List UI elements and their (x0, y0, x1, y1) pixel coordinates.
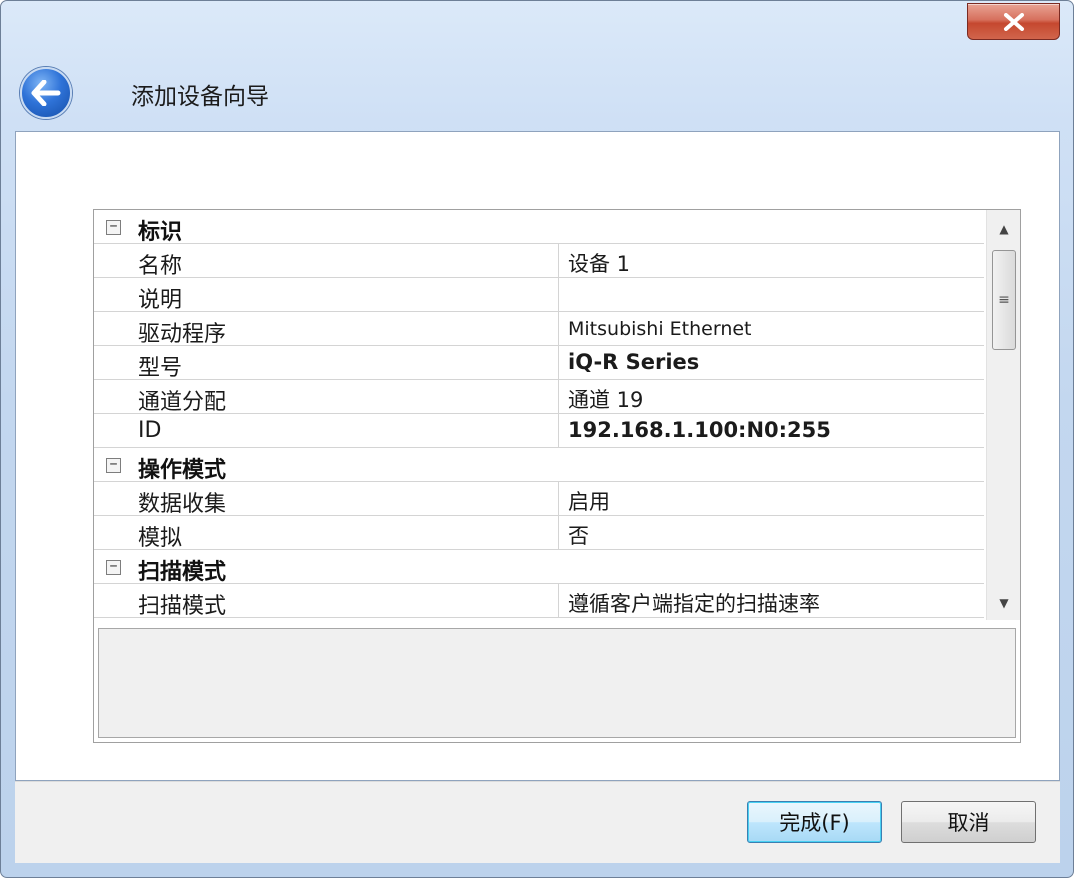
property-row[interactable]: 通道分配 通道 19 (94, 380, 984, 415)
back-button[interactable] (20, 67, 72, 119)
wizard-title: 添加设备向导 (131, 84, 269, 110)
category-label: 操作模式 (138, 458, 227, 483)
property-value[interactable]: 通道 19 (568, 384, 643, 414)
category-row[interactable]: − 标识 (94, 210, 984, 245)
property-name: ID (138, 418, 162, 443)
collapse-toggle-icon[interactable]: − (106, 560, 121, 575)
property-name: 型号 (138, 356, 183, 381)
property-grid-rows: − 标识名称 设备 1 说明驱动程序 Mitsubishi Ethernet 型号 iQ-R… (94, 210, 984, 620)
property-row[interactable]: 说明 (94, 278, 984, 313)
property-row[interactable]: 型号 iQ-R Series (94, 346, 984, 381)
property-row[interactable]: 名称 设备 1 (94, 244, 984, 279)
property-name: 数据收集 (138, 492, 227, 517)
close-button[interactable] (967, 3, 1060, 40)
property-row[interactable]: 扫描模式 遵循客户端指定的扫描速率 (94, 584, 984, 619)
category-label: 扫描模式 (138, 560, 227, 585)
scroll-grip-icon: ≡ (998, 292, 1010, 308)
property-value[interactable]: 设备 1 (568, 248, 630, 278)
property-value[interactable]: 192.168.1.100:N0:255 (568, 418, 831, 442)
back-arrow-icon (31, 80, 61, 106)
column-divider[interactable] (558, 244, 559, 278)
property-name: 模拟 (138, 526, 183, 551)
property-row[interactable]: 模拟 否 (94, 516, 984, 551)
finish-button[interactable]: 完成(F) (747, 801, 882, 843)
column-divider[interactable] (558, 414, 559, 448)
column-divider[interactable] (558, 346, 559, 380)
column-divider[interactable] (558, 278, 559, 312)
description-pane (98, 628, 1016, 738)
property-row[interactable]: 驱动程序 Mitsubishi Ethernet (94, 312, 984, 347)
scroll-down-arrow[interactable]: ▼ (987, 588, 1021, 618)
close-icon (1003, 12, 1024, 31)
wizard-window: 添加设备向导 − 标识名称 设备 1 说明驱动程序 Mitsubishi Etherne… (0, 0, 1074, 878)
property-row[interactable]: 数据收集 启用 (94, 482, 984, 517)
column-divider[interactable] (558, 516, 559, 550)
property-name: 扫描模式 (138, 594, 227, 619)
property-row[interactable]: ID 192.168.1.100:N0:255 (94, 414, 984, 448)
category-row[interactable]: − 操作模式 (94, 448, 984, 483)
property-value[interactable]: 启用 (568, 486, 610, 516)
property-grid: − 标识名称 设备 1 说明驱动程序 Mitsubishi Ethernet 型号 iQ-R… (93, 209, 1021, 743)
scroll-thumb[interactable]: ≡ (992, 250, 1016, 350)
property-value[interactable]: iQ-R Series (568, 350, 699, 374)
collapse-toggle-icon[interactable]: − (106, 458, 121, 473)
scroll-up-arrow[interactable]: ▲ (987, 214, 1021, 244)
column-divider[interactable] (558, 312, 559, 346)
category-row[interactable]: − 扫描模式 (94, 550, 984, 585)
column-divider[interactable] (558, 584, 559, 618)
collapse-toggle-icon[interactable]: − (106, 220, 121, 235)
column-divider[interactable] (558, 482, 559, 516)
vertical-scrollbar[interactable]: ▲ ≡ ▼ (986, 210, 1020, 620)
property-value[interactable]: Mitsubishi Ethernet (568, 318, 752, 340)
property-name: 驱动程序 (138, 322, 227, 347)
category-label: 标识 (138, 220, 183, 245)
cancel-button[interactable]: 取消 (901, 801, 1036, 843)
property-value[interactable]: 遵循客户端指定的扫描速率 (568, 588, 820, 618)
property-name: 通道分配 (138, 390, 227, 415)
property-value[interactable]: 否 (568, 520, 589, 550)
column-divider[interactable] (558, 380, 559, 414)
property-name: 说明 (138, 288, 183, 313)
property-name: 名称 (138, 254, 183, 279)
